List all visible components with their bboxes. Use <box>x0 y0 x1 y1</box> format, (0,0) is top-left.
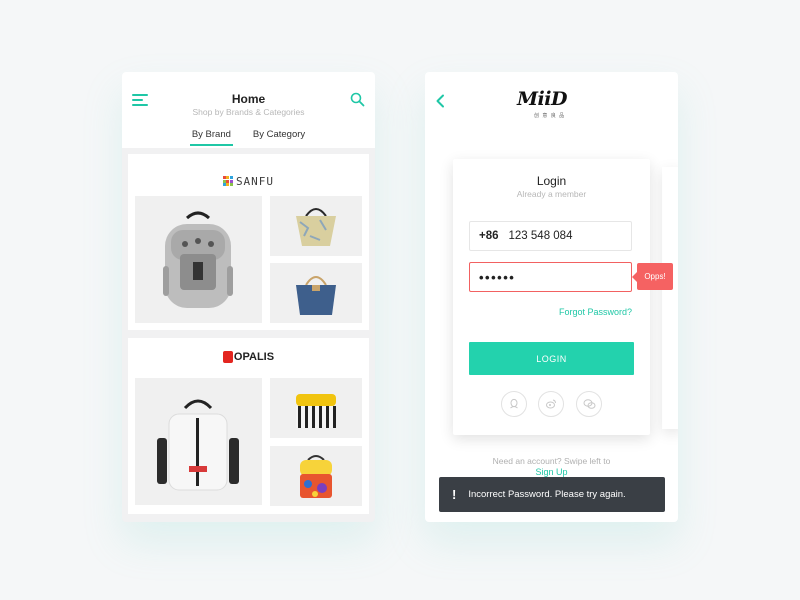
password-value: •••••• <box>479 269 516 285</box>
login-screen: MiiD 创 意 良 品 Login Already a member +86 … <box>425 72 678 522</box>
home-header: Home Shop by Brands & Categories By Bran… <box>122 72 375 148</box>
login-card: Login Already a member +86 123 548 084 •… <box>453 159 650 435</box>
product-image-tote-floral[interactable] <box>270 196 362 256</box>
tab-by-brand[interactable]: By Brand <box>189 129 233 146</box>
backpack-image <box>163 211 233 308</box>
opalis-mark-icon <box>222 351 233 363</box>
social-login-weibo[interactable] <box>538 391 564 417</box>
white-backpack-image <box>157 399 239 491</box>
login-subtitle: Already a member <box>516 189 587 199</box>
country-code[interactable]: +86 <box>479 230 499 242</box>
weibo-icon <box>546 399 556 409</box>
next-card-peek[interactable] <box>662 167 678 429</box>
brand-logo-opalis: OPALIS <box>128 350 369 368</box>
signup-link[interactable]: Sign Up <box>425 467 678 477</box>
login-button[interactable]: LOGIN <box>469 342 634 375</box>
page-title: Home <box>231 92 266 106</box>
product-image-backpack[interactable] <box>135 196 262 323</box>
brand-logo-sanfu: SANFU <box>128 166 369 188</box>
brand-logo: MiiD <box>517 88 567 110</box>
sanfu-mark-icon <box>222 176 233 186</box>
need-account-text: Need an account? Swipe left to <box>492 456 611 466</box>
qq-icon <box>510 398 518 409</box>
alert-icon: ! <box>452 487 457 502</box>
brand-name: OPALIS <box>233 351 275 363</box>
phone-value: 123 548 084 <box>508 230 573 242</box>
back-chevron-icon[interactable] <box>435 94 445 108</box>
striped-bag-image <box>296 394 336 428</box>
page-subtitle: Shop by Brands & Categories <box>192 107 305 117</box>
product-image-white-backpack[interactable] <box>135 378 262 505</box>
product-image-tote-denim[interactable] <box>270 263 362 323</box>
brand-logo-subtitle: 创 意 良 品 <box>534 113 566 119</box>
social-login-qq[interactable] <box>501 391 527 417</box>
yellow-backpack-image <box>300 455 332 498</box>
brand-name: SANFU <box>235 174 275 188</box>
toast-message: Incorrect Password. Please try again. <box>468 489 626 500</box>
brand-card-sanfu[interactable]: SANFU <box>128 154 369 330</box>
tote-denim-image <box>296 276 336 315</box>
phone-field[interactable]: +86 123 548 084 <box>469 221 632 251</box>
search-icon[interactable] <box>350 92 365 107</box>
wechat-icon <box>583 399 595 409</box>
social-login-wechat[interactable] <box>576 391 602 417</box>
error-toast[interactable]: ! Incorrect Password. Please try again. <box>439 477 665 512</box>
product-image-striped-bag[interactable] <box>270 378 362 438</box>
product-image-yellow-backpack[interactable] <box>270 446 362 506</box>
error-tooltip: Opps! <box>632 263 673 290</box>
brand-card-opalis[interactable]: OPALIS <box>128 338 369 514</box>
forgot-password-link[interactable]: Forgot Password? <box>559 307 632 317</box>
tab-by-category[interactable]: By Category <box>253 129 305 146</box>
tote-floral-image <box>296 208 336 246</box>
home-screen: Home Shop by Brands & Categories By Bran… <box>122 72 375 522</box>
login-title: Login <box>536 174 567 188</box>
password-field[interactable]: •••••• <box>469 262 632 292</box>
tab-bar: By Brand By Category <box>122 129 375 146</box>
